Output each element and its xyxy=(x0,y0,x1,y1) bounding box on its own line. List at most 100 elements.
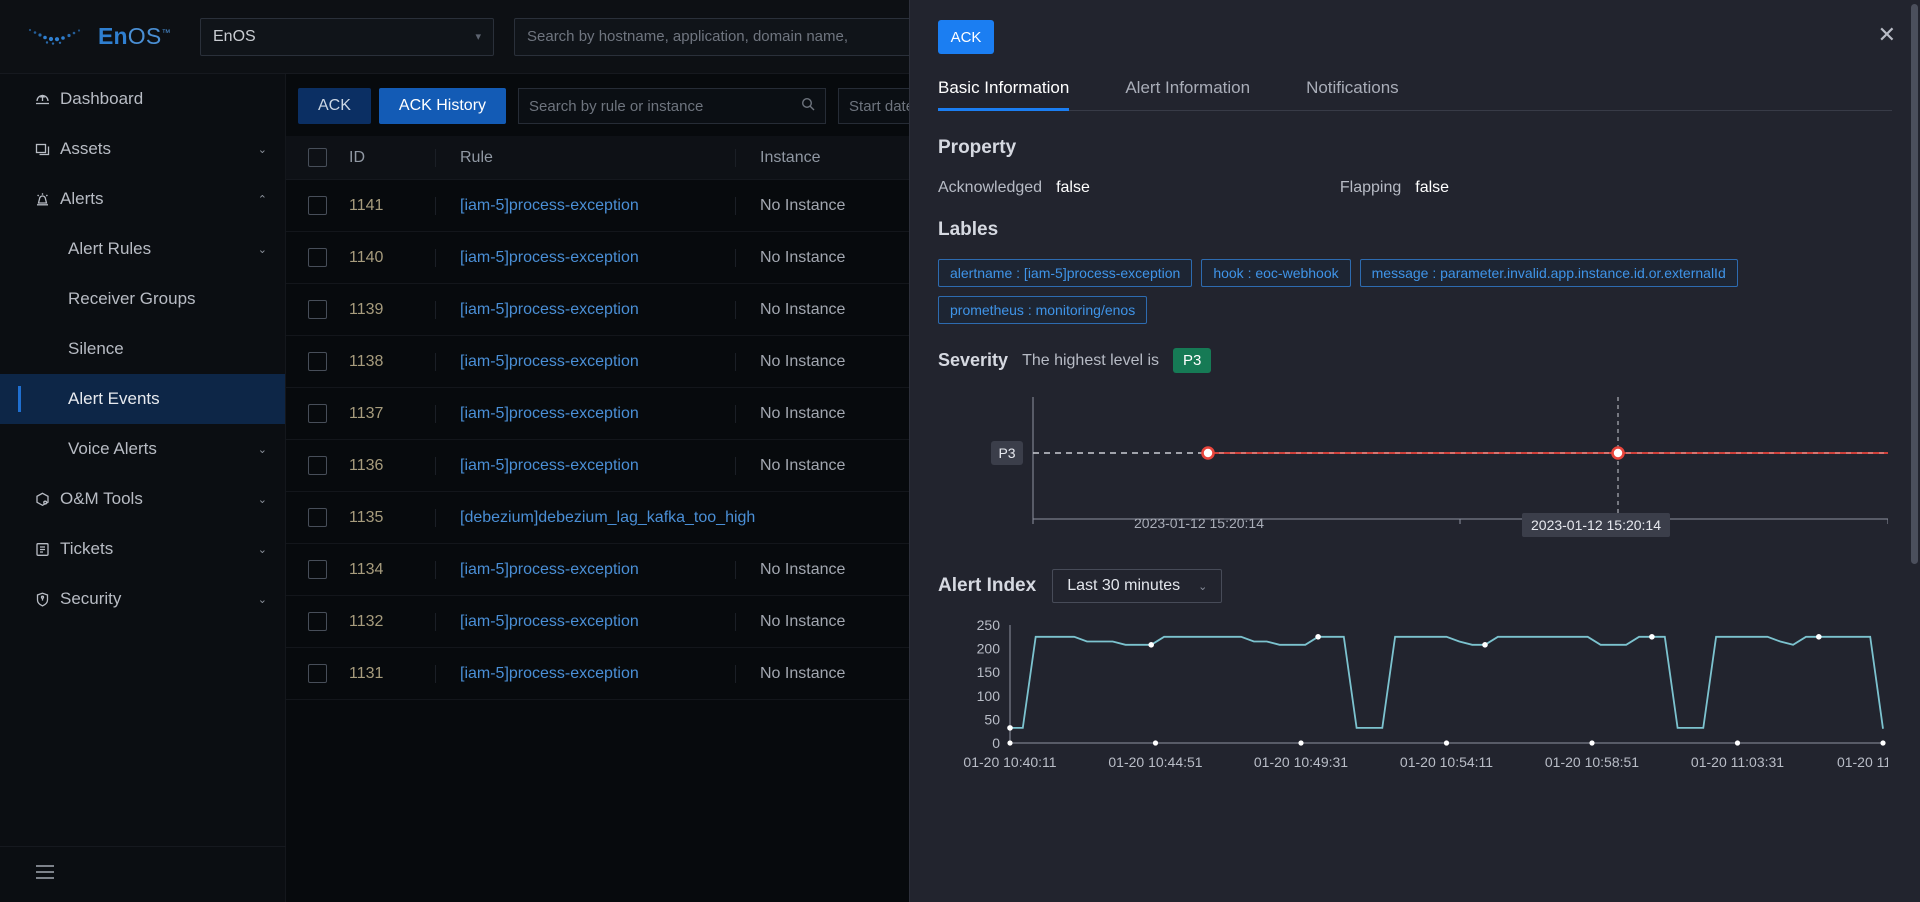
sidebar-item-alert-rules[interactable]: Alert Rules ⌄ xyxy=(0,224,285,274)
ack-history-button[interactable]: ACK History xyxy=(378,88,507,124)
chevron-down-icon[interactable]: ⌄ xyxy=(258,443,267,456)
sidebar-item-dashboard[interactable]: Dashboard xyxy=(0,74,285,124)
app-selector-value: EnOS xyxy=(213,27,256,45)
alert-detail-drawer: ✕ ACK Basic Information Alert Information… xyxy=(909,0,1920,902)
row-checkbox[interactable] xyxy=(308,404,327,423)
cell-rule[interactable]: [iam-5]process-exception xyxy=(435,664,735,683)
chevron-down-icon: ▾ xyxy=(475,31,481,43)
security-icon xyxy=(34,591,60,608)
drawer-ack-button[interactable]: ACK xyxy=(938,20,994,54)
svg-text:P3: P3 xyxy=(998,445,1015,461)
list-search-placeholder: Search by rule or instance xyxy=(529,97,704,115)
sidebar-item-o-m-tools[interactable]: O&M Tools ⌄ xyxy=(0,474,285,524)
cell-rule[interactable]: [iam-5]process-exception xyxy=(435,352,735,371)
close-icon[interactable]: ✕ xyxy=(1878,24,1896,46)
sidebar-item-voice-alerts[interactable]: Voice Alerts ⌄ xyxy=(0,424,285,474)
time-range-select[interactable]: Last 30 minutes ⌄ xyxy=(1052,569,1223,603)
sidebar-item-tickets[interactable]: Tickets ⌄ xyxy=(0,524,285,574)
time-range-value: Last 30 minutes xyxy=(1067,577,1181,594)
brand-os: OS xyxy=(127,23,162,49)
ack-button[interactable]: ACK xyxy=(298,88,371,124)
chevron-down-icon[interactable]: ⌄ xyxy=(258,543,267,556)
chevron-up-icon[interactable]: ⌃ xyxy=(258,193,267,206)
chevron-down-icon[interactable]: ⌄ xyxy=(258,243,267,256)
cell-rule[interactable]: [iam-5]process-exception xyxy=(435,404,735,423)
sidebar-item-silence[interactable]: Silence xyxy=(0,324,285,374)
property-section-title: Property xyxy=(938,137,1017,158)
sidebar-item-label: O&M Tools xyxy=(60,489,143,508)
row-checkbox[interactable] xyxy=(308,612,327,631)
flapping-value: false xyxy=(1415,179,1450,196)
svg-text:50: 50 xyxy=(984,711,1000,727)
severity-description: The highest level is xyxy=(1022,351,1160,369)
sidebar-item-label: Alert Events xyxy=(68,389,160,408)
label-tag[interactable]: prometheus : monitoring/enos xyxy=(938,296,1148,324)
sidebar-item-label: Silence xyxy=(68,339,124,358)
sidebar-item-assets[interactable]: Assets ⌄ xyxy=(0,124,285,174)
cell-id: 1140 xyxy=(349,248,384,266)
sidebar-item-alerts[interactable]: Alerts ⌃ xyxy=(0,174,285,224)
row-checkbox[interactable] xyxy=(308,248,327,267)
svg-text:01-20 10:40:11: 01-20 10:40:11 xyxy=(963,754,1056,770)
tab-alert-information[interactable]: Alert Information xyxy=(1125,78,1250,110)
svg-text:01-20 11:08:11: 01-20 11:08:11 xyxy=(1837,754,1888,770)
column-header-id[interactable]: ID xyxy=(327,149,435,167)
list-search-input[interactable]: Search by rule or instance xyxy=(518,88,827,124)
row-checkbox[interactable] xyxy=(308,664,327,683)
cell-rule[interactable]: [debezium]debezium_lag_kafka_too_high xyxy=(435,508,755,527)
row-checkbox[interactable] xyxy=(308,456,327,475)
label-tag[interactable]: message : parameter.invalid.app.instance… xyxy=(1359,259,1738,287)
sidebar-collapse-button[interactable] xyxy=(0,846,286,902)
sidebar-item-label: Alerts xyxy=(60,189,104,208)
svg-text:01-20 11:03:31: 01-20 11:03:31 xyxy=(1691,754,1784,770)
sidebar-item-label: Dashboard xyxy=(60,89,144,108)
app-selector[interactable]: EnOS ▾ xyxy=(200,17,494,56)
cell-instance: No Instance xyxy=(735,456,935,475)
cell-id: 1136 xyxy=(349,456,384,474)
svg-text:150: 150 xyxy=(977,664,1001,680)
drawer-scrollbar[interactable] xyxy=(1911,4,1918,564)
svg-text:100: 100 xyxy=(977,688,1001,704)
row-checkbox[interactable] xyxy=(308,508,327,527)
label-tag[interactable]: alertname : [iam-5]process-exception xyxy=(938,259,1193,287)
svg-text:0: 0 xyxy=(992,735,1000,751)
tab-notifications[interactable]: Notifications xyxy=(1306,78,1399,110)
svg-text:01-20 10:49:31: 01-20 10:49:31 xyxy=(1254,754,1348,770)
sidebar-item-label: Receiver Groups xyxy=(68,289,196,308)
brand-wordmark: EnOS™ xyxy=(98,23,171,50)
row-checkbox[interactable] xyxy=(308,300,327,319)
cell-rule[interactable]: [iam-5]process-exception xyxy=(435,196,735,215)
global-search-placeholder: Search by hostname, application, domain … xyxy=(527,28,849,45)
brand-logo: EnOS™ xyxy=(26,23,176,50)
chevron-down-icon[interactable]: ⌄ xyxy=(258,593,267,606)
tab-basic-information[interactable]: Basic Information xyxy=(938,78,1070,111)
cell-rule[interactable]: [iam-5]process-exception xyxy=(435,612,735,631)
cell-rule[interactable]: [iam-5]process-exception xyxy=(435,456,735,475)
chevron-down-icon[interactable]: ⌄ xyxy=(258,493,267,506)
cell-rule[interactable]: [iam-5]process-exception xyxy=(435,248,735,267)
column-header-rule[interactable]: Rule xyxy=(435,148,735,167)
row-checkbox[interactable] xyxy=(308,560,327,579)
cell-instance: No Instance xyxy=(735,248,935,267)
flapping-property: Flapping false xyxy=(1340,179,1449,197)
alert-index-chart: 0 50 100 150 200 250 01-20 10:40:11 01-20 10:44… xyxy=(938,617,1920,782)
drawer-content: ACK Basic Information Alert Information No… xyxy=(910,0,1920,782)
om-tools-icon xyxy=(34,491,60,508)
label-tag[interactable]: hook : eoc-webhook xyxy=(1201,259,1351,287)
cell-rule[interactable]: [iam-5]process-exception xyxy=(435,560,735,579)
select-all-checkbox[interactable] xyxy=(308,148,327,167)
cell-instance: No Instance xyxy=(735,664,935,683)
assets-icon xyxy=(34,141,60,158)
sidebar-item-security[interactable]: Security ⌄ xyxy=(0,574,285,624)
cell-instance: No Instance xyxy=(735,196,935,215)
sidebar-item-receiver-groups[interactable]: Receiver Groups xyxy=(0,274,285,324)
sidebar-item-alert-events[interactable]: Alert Events xyxy=(0,374,285,424)
svg-text:200: 200 xyxy=(977,641,1001,657)
cell-rule[interactable]: [iam-5]process-exception xyxy=(435,300,735,319)
row-checkbox[interactable] xyxy=(308,196,327,215)
chevron-down-icon[interactable]: ⌄ xyxy=(258,143,267,156)
property-row: Acknowledged false Flapping false xyxy=(938,179,1892,197)
column-header-instance[interactable]: Instance xyxy=(735,148,935,167)
row-checkbox[interactable] xyxy=(308,352,327,371)
severity-badge: P3 xyxy=(1173,348,1212,373)
